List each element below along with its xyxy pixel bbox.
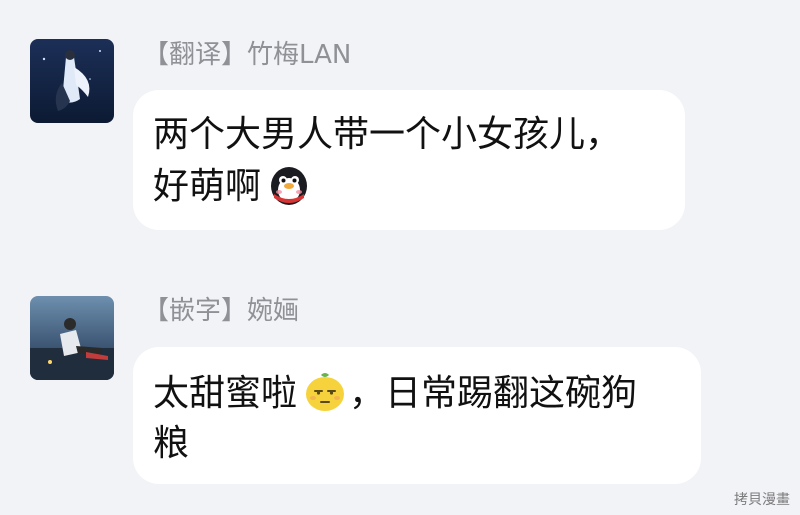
message-text: ，日常踢翻这碗狗: [349, 373, 638, 414]
message-bubble[interactable]: 太甜蜜啦 ，日常踢翻这碗狗 粮: [133, 347, 701, 484]
lemon-emoji-icon: [306, 373, 345, 411]
penguin-emoji-icon: [271, 167, 308, 205]
sender-name: 【嵌字】婉婳: [143, 296, 300, 326]
avatar-image: [30, 39, 114, 123]
avatar[interactable]: [30, 296, 114, 380]
message-text: 好萌啊: [153, 166, 262, 207]
message-text-line: 两个大男人带一个小女孩儿，: [153, 114, 622, 155]
sender-name: 【翻译】竹梅LAN: [143, 40, 352, 70]
watermark: 拷貝漫畫: [734, 492, 790, 508]
message-text-line-with-emoji: 好萌啊: [153, 160, 665, 212]
message-text-line-with-emoji: 太甜蜜啦 ，日常踢翻这碗狗: [153, 367, 681, 419]
avatar[interactable]: [30, 39, 114, 123]
message-bubble[interactable]: 两个大男人带一个小女孩儿， 好萌啊: [133, 90, 685, 230]
avatar-image: [30, 296, 114, 380]
message-text: 太甜蜜啦: [153, 373, 298, 414]
message-text-line: 粮: [153, 423, 190, 464]
